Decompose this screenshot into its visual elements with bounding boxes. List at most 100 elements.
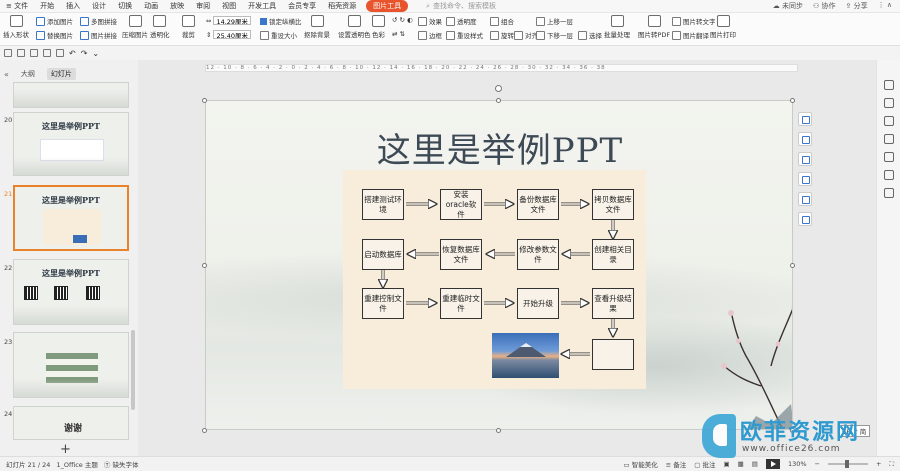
to-text-button[interactable]: 图片转文字 xyxy=(672,16,716,26)
scrollbar-thumb[interactable] xyxy=(131,330,135,410)
crop-icon[interactable] xyxy=(798,152,812,166)
width-input[interactable] xyxy=(213,16,252,25)
flip-icon[interactable]: ⇄ ⇅ xyxy=(392,30,405,38)
resize-handle[interactable] xyxy=(496,428,501,433)
sync-status[interactable]: ☁ 未同步 xyxy=(773,1,803,11)
save-icon[interactable] xyxy=(30,49,38,57)
zoom-out-icon[interactable]: − xyxy=(815,460,820,468)
remove-bg-button[interactable]: 抠除背景 xyxy=(304,15,330,39)
share-button[interactable]: ⇪ 分享 xyxy=(846,1,868,11)
transparency-button[interactable]: 透明化 xyxy=(150,15,170,39)
location-icon[interactable] xyxy=(884,188,894,198)
more-options-icon[interactable] xyxy=(798,212,812,226)
align-button[interactable]: 对齐 xyxy=(514,30,538,40)
lightbulb-icon[interactable] xyxy=(798,172,812,186)
resize-handle[interactable] xyxy=(202,428,207,433)
rotate-button[interactable]: 旋转 xyxy=(490,30,514,40)
normal-view-icon[interactable]: ▣ xyxy=(723,460,729,468)
menu-review[interactable]: 审阅 xyxy=(190,1,216,11)
menu-transition[interactable]: 切换 xyxy=(112,1,138,11)
menu-view[interactable]: 视图 xyxy=(216,1,242,11)
smart-beautify-button[interactable]: ▭ 智能美化 xyxy=(624,459,658,469)
sorter-view-icon[interactable]: ▦ xyxy=(738,460,744,468)
rotate-handle-icon[interactable] xyxy=(495,85,502,92)
image-effects-icon[interactable] xyxy=(798,192,812,206)
transparency2-button[interactable]: 透明度 xyxy=(446,16,477,26)
copy-icon[interactable] xyxy=(884,134,894,144)
command-search[interactable]: ⌕ 查找命令、搜索模板 xyxy=(426,1,496,11)
to-pdf-button[interactable]: 图片转PDF xyxy=(638,15,670,39)
sliders-icon[interactable] xyxy=(884,98,894,108)
image-splice-button[interactable]: 图片拼接 xyxy=(80,30,117,40)
add-slide-button[interactable]: + xyxy=(60,442,71,457)
height-input[interactable] xyxy=(213,30,252,39)
menu-start[interactable]: 开始 xyxy=(34,1,60,11)
crop-button[interactable]: 裁剪 xyxy=(182,15,195,39)
zoom-icon[interactable] xyxy=(798,132,812,146)
comments-button[interactable]: ▢ 批注 xyxy=(694,459,715,469)
collapse-icon[interactable]: « xyxy=(4,70,9,79)
slide-thumb-21-selected[interactable]: 这里是举例PPT xyxy=(13,185,129,251)
lock-ratio-checkbox[interactable]: 锁定纵横比 xyxy=(260,16,302,26)
menu-slideshow[interactable]: 放映 xyxy=(164,1,190,11)
undo-icon[interactable]: ↶ xyxy=(69,49,76,58)
resize-handle[interactable] xyxy=(790,98,795,103)
notes-button[interactable]: ≡ 备注 xyxy=(666,459,687,469)
menu-member[interactable]: 会员专享 xyxy=(282,1,322,11)
missing-font-button[interactable]: Ⓣ 缺失字体 xyxy=(104,459,139,469)
effects-button[interactable]: 效果 xyxy=(418,16,442,26)
height-field[interactable]: ⇕ xyxy=(206,30,252,39)
slide-thumb-24[interactable]: 谢谢 xyxy=(13,406,129,440)
set-transparent-button[interactable]: 设置透明色 xyxy=(338,15,371,39)
batch-button[interactable]: 批量处理 xyxy=(604,15,630,39)
tab-outline[interactable]: 大纲 xyxy=(17,68,39,80)
print-button[interactable]: 图片打印 xyxy=(710,15,736,39)
layer-icon[interactable] xyxy=(798,112,812,126)
zoom-level[interactable]: 130% xyxy=(788,460,807,468)
menu-animation[interactable]: 动画 xyxy=(138,1,164,11)
more-icon[interactable]: ⋮ ∧ xyxy=(878,1,892,11)
zoom-slider[interactable] xyxy=(827,460,868,468)
translate-button[interactable]: 图片翻译 xyxy=(672,30,709,40)
multi-splice-button[interactable]: 多图拼接 xyxy=(80,16,117,26)
reset-size-button[interactable]: 重设大小 xyxy=(260,30,297,40)
width-field[interactable]: ⇔ xyxy=(206,16,252,25)
collab-button[interactable]: ⚇ 协作 xyxy=(813,1,836,11)
help-icon[interactable] xyxy=(884,152,894,162)
menu-docer[interactable]: 稻壳资源 xyxy=(322,1,362,11)
settings-icon[interactable] xyxy=(884,80,894,90)
menu-design[interactable]: 设计 xyxy=(86,1,112,11)
tab-picture-tools[interactable]: 图片工具 xyxy=(366,0,409,12)
fit-icon[interactable]: ⛶ xyxy=(889,460,894,469)
bring-forward-button[interactable]: 上移一层 xyxy=(536,16,573,26)
rotate-left-icon[interactable]: ↺ ↻ ◐ xyxy=(392,16,413,24)
combine-button[interactable]: 组合 xyxy=(490,16,514,26)
border-button[interactable]: 边框 xyxy=(418,30,442,40)
zoom-in-icon[interactable]: + xyxy=(876,460,881,468)
resize-handle[interactable] xyxy=(202,263,207,268)
open-icon[interactable] xyxy=(17,49,25,57)
insert-shape-button[interactable]: 插入形状 xyxy=(3,15,29,39)
preview-icon[interactable] xyxy=(56,49,64,57)
chevron-down-icon[interactable]: ⌄ xyxy=(92,49,99,58)
reading-view-icon[interactable]: ▤ xyxy=(752,460,758,468)
redo-icon[interactable]: ↷ xyxy=(81,49,88,58)
resize-handle[interactable] xyxy=(202,98,207,103)
menu-insert[interactable]: 插入 xyxy=(60,1,86,11)
new-icon[interactable] xyxy=(4,49,12,57)
reset-style-button[interactable]: 重设样式 xyxy=(446,30,483,40)
menu-file[interactable]: ≡ 文件 xyxy=(0,1,34,11)
slide-thumb-23[interactable] xyxy=(13,332,129,398)
compress-button[interactable]: 压缩图片 xyxy=(122,15,148,39)
play-icon[interactable] xyxy=(765,459,780,469)
replace-image-button[interactable]: 替换图片 xyxy=(36,30,73,40)
color-button[interactable]: 色彩 xyxy=(372,15,385,39)
grid-icon[interactable] xyxy=(884,170,894,180)
select-button[interactable]: 选择 xyxy=(578,30,602,40)
resize-handle[interactable] xyxy=(496,98,501,103)
resize-handle[interactable] xyxy=(790,263,795,268)
slide-thumb-22[interactable]: 这里是举例PPT xyxy=(13,259,129,325)
tab-slides[interactable]: 幻灯片 xyxy=(46,68,76,80)
menu-developer[interactable]: 开发工具 xyxy=(242,1,282,11)
slide-thumb-20[interactable]: 这里是举例PPT xyxy=(13,112,129,176)
